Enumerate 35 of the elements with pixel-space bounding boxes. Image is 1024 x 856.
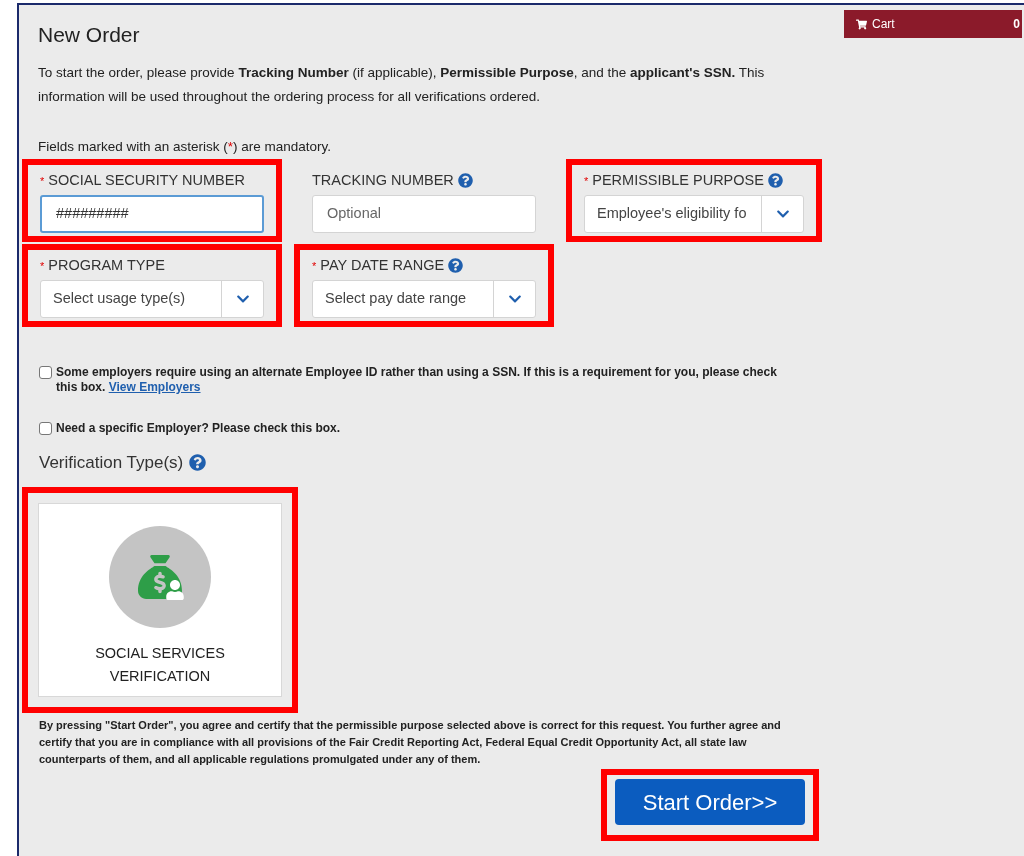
dropdown-field[interactable]: Employee's eligibility fo <box>584 194 804 233</box>
help-icon[interactable] <box>767 173 783 189</box>
start-order-button[interactable]: Start Order>> <box>615 779 805 826</box>
field-label: TRACKING NUMBER <box>312 170 454 190</box>
cart-icon <box>856 18 867 30</box>
disclaimer-text: By pressing "Start Order", you agree and certify that the permissible purpose selected above is correct for this request. You further agree and certify that you are in compliance with all provisions of the Fair Credit Reporting Act, Federal Equal Credit Opportunity Act, all state law counterparts of them, and all applicable regulations promulgated under any of them. <box>39 718 782 768</box>
dropdown-field[interactable]: Select usage type(s) <box>40 279 264 318</box>
input-field[interactable]: ######### <box>40 194 264 233</box>
field-label: PERMISSIBLE PURPOSE <box>592 170 764 190</box>
required-mark: * <box>312 258 317 274</box>
field-label: PAY DATE RANGE <box>320 255 445 275</box>
cart-label: Cart <box>872 16 895 33</box>
field-label: PROGRAM TYPE <box>48 255 165 275</box>
mandatory-note: Fields marked with an asterisk (*) are mandatory. <box>38 137 332 156</box>
help-icon[interactable] <box>448 258 464 274</box>
required-mark: * <box>40 173 45 189</box>
intro-text: To start the order, please provide Tracking Number (if applicable), Permissible Purpose, and the applicant's SSN. This information will be used throughout the ordering process for all verifications ordered. <box>38 63 766 106</box>
required-mark: * <box>40 258 45 274</box>
checkbox-label: Need a specific Employer? Please check this box. <box>56 420 341 436</box>
input-field[interactable]: Optional <box>312 194 536 233</box>
checkbox-label: Some employers require using an alternate Employee ID rather than using a SSN. If this is a requirement for you, please check this box. View Employers <box>56 364 778 395</box>
checkbox[interactable] <box>39 421 52 435</box>
tile-label: SOCIAL SERVICES VERIFICATION <box>94 644 226 687</box>
help-icon[interactable] <box>457 173 473 189</box>
required-mark: * <box>584 173 589 189</box>
dropdown-field[interactable]: Select pay date range <box>312 279 536 318</box>
cart-bar[interactable]: Cart 0 <box>844 10 1022 38</box>
cart-count: 0 <box>1013 16 1020 33</box>
help-icon[interactable] <box>189 454 207 471</box>
page-title: New Order <box>38 22 140 48</box>
view-employers-link[interactable]: View Employers <box>108 379 201 394</box>
checkbox[interactable] <box>39 365 52 379</box>
field-label: SOCIAL SECURITY NUMBER <box>48 170 245 190</box>
section-heading: Verification Type(s) <box>39 451 184 474</box>
verification-tile[interactable]: SOCIAL SERVICES VERIFICATION <box>38 503 282 698</box>
